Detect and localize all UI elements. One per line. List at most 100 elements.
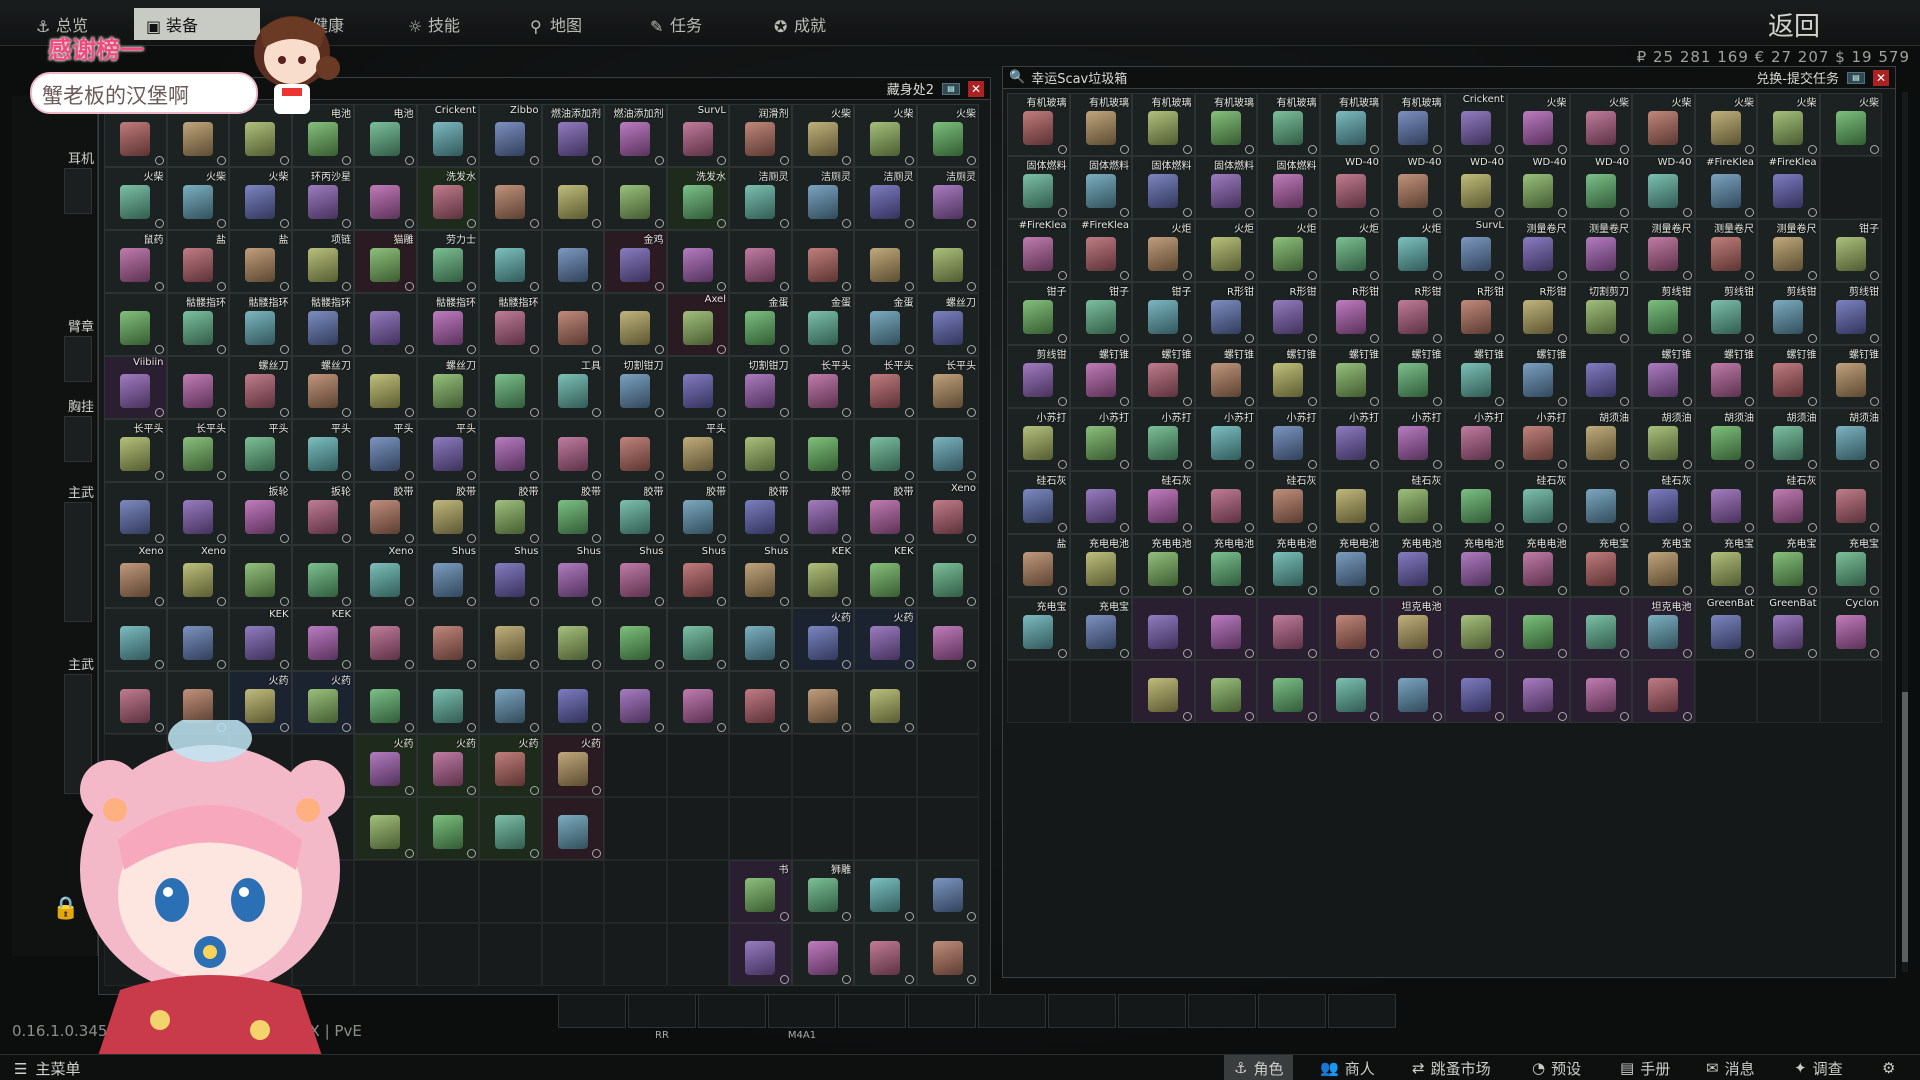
item-slot[interactable]: 硅石灰 [1257,471,1320,534]
item-slot[interactable]: 钳子 [1069,282,1132,345]
item-slot[interactable] [354,167,417,230]
item-slot[interactable]: 剪线钳 [1007,345,1070,408]
item-slot[interactable] [729,419,792,482]
item-slot[interactable]: WD-40 [1382,156,1445,219]
item-slot[interactable]: 盐 [1007,534,1070,597]
item-slot[interactable] [666,671,729,734]
item-slot[interactable]: 切割钳刀 [729,356,792,419]
item-slot[interactable] [791,419,854,482]
item-slot[interactable]: 长平头 [104,419,167,482]
item-slot[interactable]: 洁厕灵 [916,167,979,230]
item-slot[interactable]: 小苏打 [1194,408,1257,471]
item-slot[interactable]: 充电电池 [1069,534,1132,597]
bottom-tab-traders[interactable]: 👥 商人 [1310,1055,1385,1080]
item-slot[interactable] [229,545,292,608]
item-slot[interactable]: 盐 [229,230,292,293]
item-slot[interactable]: 盐 [166,230,229,293]
item-slot[interactable]: 充电宝 [1069,597,1132,660]
item-slot[interactable]: Cyclon [1819,597,1882,660]
item-slot[interactable]: 胡须油 [1569,408,1632,471]
item-slot[interactable] [791,230,854,293]
item-slot[interactable] [1132,597,1195,660]
empty-slot[interactable] [479,860,542,923]
item-slot[interactable]: 小苏打 [1069,408,1132,471]
item-slot[interactable]: R形钳 [1382,282,1445,345]
item-slot[interactable]: 火柴 [791,104,854,167]
item-slot[interactable]: 充电电池 [1257,534,1320,597]
item-slot[interactable] [479,608,542,671]
item-slot[interactable] [604,167,667,230]
item-slot[interactable]: #FireKlea [1069,219,1132,282]
item-slot[interactable]: 小苏打 [1444,408,1507,471]
empty-slot[interactable] [1819,156,1882,219]
item-slot[interactable] [479,419,542,482]
item-slot[interactable]: R形钳 [1507,282,1570,345]
item-slot[interactable]: 火药 [791,608,854,671]
empty-slot[interactable] [916,734,979,797]
item-slot[interactable]: Xeno [916,482,979,545]
item-slot[interactable]: Crickent [1444,93,1507,156]
container-scrollbar[interactable] [1902,92,1908,972]
item-slot[interactable]: 钳子 [1007,282,1070,345]
item-slot[interactable] [1194,471,1257,534]
item-slot[interactable]: R形钳 [1257,282,1320,345]
item-slot[interactable]: 扳轮 [229,482,292,545]
item-slot[interactable]: 小苏打 [1132,408,1195,471]
item-slot[interactable] [1132,660,1195,723]
item-slot[interactable]: Shus [541,545,604,608]
item-slot[interactable]: 充电电池 [1507,534,1570,597]
item-slot[interactable] [1569,597,1632,660]
item-slot[interactable] [291,545,354,608]
item-slot[interactable]: 火药 [854,608,917,671]
empty-slot[interactable] [1007,660,1070,723]
item-slot[interactable]: 剪线钳 [1694,282,1757,345]
empty-slot[interactable] [1069,660,1132,723]
item-slot[interactable]: Xeno [354,545,417,608]
item-slot[interactable]: 火炬 [1257,219,1320,282]
item-slot[interactable]: 充电宝 [1569,534,1632,597]
quick-slot[interactable] [1258,994,1326,1028]
item-slot[interactable]: 火柴 [229,167,292,230]
quick-slot[interactable] [1048,994,1116,1028]
item-slot[interactable] [916,230,979,293]
close-container-button[interactable]: ✕ [1873,69,1889,86]
item-slot[interactable]: #FireKlea [1757,156,1820,219]
empty-slot[interactable] [1819,660,1882,723]
item-slot[interactable]: 燃油添加剂 [604,104,667,167]
item-slot[interactable]: 螺钉锥 [1757,345,1820,408]
item-slot[interactable] [479,356,542,419]
item-slot[interactable] [541,167,604,230]
item-slot[interactable]: 胡须油 [1757,408,1820,471]
item-slot[interactable] [854,923,917,986]
item-slot[interactable] [1632,660,1695,723]
item-slot[interactable]: 火炬 [1194,219,1257,282]
item-slot[interactable]: 有机玻璃 [1382,93,1445,156]
item-slot[interactable]: Zibbo [479,104,542,167]
item-slot[interactable]: 火药 [416,734,479,797]
item-slot[interactable]: 洁厕灵 [791,167,854,230]
item-slot[interactable]: KEK [291,608,354,671]
tab-tasks[interactable]: ✎ 任务 [638,8,714,40]
item-slot[interactable] [541,293,604,356]
item-slot[interactable] [916,860,979,923]
item-slot[interactable]: 螺钉锥 [1632,345,1695,408]
scrollbar-thumb[interactable] [1902,692,1908,962]
main-menu-button[interactable]: ☰ 主菜单 [14,1058,80,1079]
quick-slot[interactable] [838,994,906,1028]
item-slot[interactable] [1444,597,1507,660]
item-slot[interactable]: 火药 [479,734,542,797]
sort-button[interactable]: ▤ [1847,71,1865,84]
empty-slot[interactable] [541,860,604,923]
item-slot[interactable]: Axel [666,293,729,356]
item-slot[interactable]: 金鸡 [604,230,667,293]
slot-rig[interactable] [64,416,92,462]
search-icon[interactable]: 🔍 [1009,70,1025,85]
item-slot[interactable]: 扳轮 [291,482,354,545]
bottom-tab-presets[interactable]: ◔ 预设 [1522,1055,1591,1080]
item-slot[interactable] [604,419,667,482]
item-slot[interactable]: 胶带 [541,482,604,545]
empty-slot[interactable] [729,797,792,860]
item-slot[interactable]: Shus [416,545,479,608]
item-slot[interactable]: 钳子 [1132,282,1195,345]
item-slot[interactable]: Xeno [104,545,167,608]
